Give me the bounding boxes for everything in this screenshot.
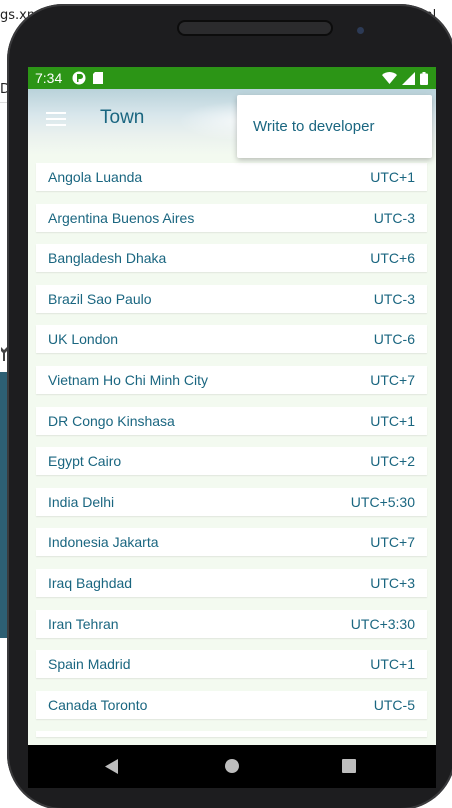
utc-offset: UTC+3:30 — [350, 615, 415, 632]
list-item[interactable]: Brazil Sao Paulo UTC-3 — [36, 284, 427, 313]
list-item[interactable]: Canada Toronto UTC-5 — [36, 690, 427, 719]
navigation-bar — [28, 745, 436, 788]
status-time: 7:34 — [35, 70, 63, 86]
signal-icon — [402, 71, 415, 85]
recents-icon[interactable] — [342, 759, 356, 773]
utc-offset: UTC+1 — [370, 169, 415, 185]
front-camera — [357, 27, 364, 34]
town-name: DR Congo Kinshasa — [48, 412, 175, 429]
list-item[interactable]: DR Congo Kinshasa UTC+1 — [36, 406, 427, 435]
list-item[interactable]: Bangladesh Dhaka UTC+6 — [36, 244, 427, 273]
town-name: Vietnam Ho Chi Minh City — [48, 372, 209, 388]
battery-icon — [420, 71, 428, 85]
town-name: India Delhi — [48, 493, 115, 510]
town-name: Canada Toronto — [48, 696, 148, 713]
town-name: Angola Luanda — [48, 169, 143, 185]
list-item[interactable]: India Delhi UTC+5:30 — [36, 487, 427, 516]
list-item[interactable]: Iran Tehran UTC+3:30 — [36, 609, 427, 638]
utc-offset: UTC+7 — [370, 372, 415, 388]
utc-offset: UTC-5 — [373, 696, 415, 713]
town-name: Iran Tehran — [48, 615, 119, 632]
town-name: UK London — [48, 331, 119, 348]
town-name: Bangladesh Dhaka — [48, 250, 167, 267]
utc-offset: UTC+2 — [370, 453, 415, 470]
list-item[interactable]: Argentina Buenos Aires UTC-3 — [36, 203, 427, 232]
utc-offset: UTC+3 — [370, 575, 415, 591]
utc-offset: UTC+7 — [370, 534, 415, 551]
town-name: Egypt Cairo — [48, 453, 122, 470]
page-title: Town — [100, 107, 145, 128]
town-name: Indonesia Jakarta — [48, 534, 159, 551]
list-item[interactable]: Egypt Cairo UTC+2 — [36, 447, 427, 476]
menu-item-write-to-developer[interactable]: Write to developer — [237, 95, 432, 158]
app-notification-icon — [72, 71, 86, 85]
town-name: Brazil Sao Paulo — [48, 290, 152, 307]
town-name: Spain Madrid — [48, 656, 131, 673]
app-screen: 7:34 Town Write to developer Angola Luan… — [28, 67, 436, 745]
utc-offset: UTC+6 — [370, 250, 415, 267]
list-item[interactable]: Angola Luanda UTC+1 — [36, 163, 427, 191]
list-item[interactable]: UK London UTC-6 — [36, 325, 427, 354]
list-item[interactable]: Iraq Baghdad UTC+3 — [36, 569, 427, 597]
status-bar: 7:34 — [28, 67, 436, 89]
wifi-icon — [382, 72, 397, 84]
list-item[interactable]: Vietnam Ho Chi Minh City UTC+7 — [36, 366, 427, 394]
utc-offset: UTC-3 — [373, 209, 415, 226]
list-item[interactable] — [36, 731, 427, 738]
speaker-grille — [177, 20, 333, 36]
town-name: Argentina Buenos Aires — [48, 209, 195, 226]
hamburger-menu-icon[interactable] — [46, 112, 66, 126]
utc-offset: UTC-6 — [373, 331, 415, 348]
utc-offset: UTC+1 — [370, 412, 415, 429]
back-icon[interactable] — [104, 759, 119, 774]
utc-offset: UTC-3 — [373, 290, 415, 307]
home-icon[interactable] — [225, 759, 239, 773]
list-item[interactable]: Indonesia Jakarta UTC+7 — [36, 528, 427, 557]
utc-offset: UTC+5:30 — [350, 493, 415, 510]
sd-card-icon — [93, 72, 104, 84]
list-item[interactable]: Spain Madrid UTC+1 — [36, 650, 427, 679]
utc-offset: UTC+1 — [370, 656, 415, 673]
town-name: Iraq Baghdad — [48, 575, 133, 591]
